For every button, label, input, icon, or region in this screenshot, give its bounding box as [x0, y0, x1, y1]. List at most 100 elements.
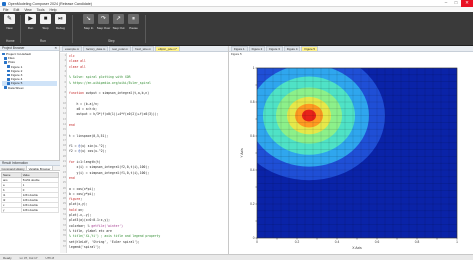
y-axis-label: Y Axis: [240, 148, 244, 158]
figure-tab[interactable]: Figure 4: [283, 46, 301, 51]
menu-help[interactable]: Help: [50, 8, 57, 12]
table-row[interactable]: y 1x51 double: [1, 207, 60, 213]
tree-item[interactable]: Data Sheet: [2, 86, 57, 90]
code-token: plot(x,y);: [69, 202, 88, 207]
code-token: output = h/3*(f(x0(1))+4*f(x0(2))+f(x0(3…: [69, 112, 159, 117]
code-line: function output = simpson_integral(t,a,b…: [69, 91, 149, 95]
code-line: figure;: [69, 197, 82, 201]
figure-tab[interactable]: Figure 2: [248, 46, 266, 51]
panel-close-icon[interactable]: ✕: [54, 46, 57, 50]
pause-icon: ⏸: [128, 14, 139, 24]
editor-tab[interactable]: example.m: [62, 46, 83, 51]
code-token: plot(-x,-y);: [69, 213, 92, 217]
editor-tab[interactable]: factory_data.m: [83, 46, 109, 51]
line-number: 7: [64, 85, 66, 89]
folder-icon: [7, 78, 10, 81]
line-number: 34: [62, 228, 66, 232]
project-browser-panel: Project Browser ✕ Project: fol-default Fi…: [0, 46, 60, 254]
run-button[interactable]: ▶ Run: [24, 14, 37, 34]
code-token: legend('spiral');: [69, 244, 101, 249]
stop-button[interactable]: ■ Stop: [39, 14, 52, 34]
code-line: colorbar; % getfile('winter'): [69, 224, 123, 228]
code-token: x0 = a:h:b;: [69, 107, 97, 111]
maximize-button[interactable]: □: [451, 0, 461, 7]
x-tick-label: 0.6: [375, 240, 380, 244]
ribbon-separator: [72, 15, 73, 43]
code-line: t = linspace(0,5,51);: [69, 134, 108, 138]
pause-button-label: Pause: [129, 26, 138, 30]
ribbon-group-home: Home: [6, 39, 15, 43]
step-over-button[interactable]: ↷ Step Over: [97, 14, 110, 34]
code-line: f2 = @(u) cos(u.^2);: [69, 149, 106, 153]
editor-tab[interactable]: test_polar.m: [109, 46, 132, 51]
line-number: 9: [64, 96, 66, 100]
line-number: 6: [64, 80, 66, 84]
folder-icon: [4, 57, 7, 60]
line-number: 35: [62, 234, 66, 238]
x-tick-label: 0.4: [335, 240, 340, 244]
step-out-button[interactable]: ↗ Step Out: [112, 14, 125, 34]
y-tick-label: 0.6: [250, 134, 255, 138]
close-button[interactable]: ✕: [461, 0, 473, 7]
contour-plot[interactable]: 0 0.2 0.4 0.6 0.8 1 0 0.2 0.4 0.6 0.8 1 X Axis Y Axis: [229, 56, 473, 254]
code-line: plot(x,y);: [69, 202, 88, 206]
line-number: 17: [62, 138, 66, 142]
code-line: legend('spiral');: [69, 245, 101, 249]
code-token: function: [69, 91, 84, 96]
variable-table: Name Value ans 51x51 double a 1 b 0 t1 1x51 dou…: [1, 172, 60, 213]
debug-button[interactable]: ⏯ Debug: [54, 14, 67, 34]
step-over-button-label: Step Over: [96, 26, 111, 30]
line-number: 32: [62, 218, 66, 222]
figure-tab[interactable]: Figure 3: [266, 46, 283, 51]
menu-view[interactable]: View: [24, 8, 31, 12]
ribbon-toolbar: ✎ New ▶ Run ■ Stop ⏯ Debug ↘ Step In ↷ S…: [0, 12, 473, 46]
code-area[interactable]: 1 clc 2 close all 3 clear all 4 5% Solve: spira…: [60, 53, 229, 253]
line-number: 19: [62, 149, 66, 153]
tab-variable-browser[interactable]: Variable Browser: [27, 166, 53, 171]
line-number: 37: [62, 244, 66, 248]
x-tick-label: 0.8: [415, 240, 420, 244]
menu-tools[interactable]: Tools: [37, 8, 45, 12]
file-encoding: UTF-8: [45, 255, 55, 260]
new-button[interactable]: ✎ New: [3, 14, 16, 34]
code-line: plot(-x,-y);: [69, 213, 91, 217]
code-line: y(i) = simpson_integral(f1,0,t(i),100);: [69, 171, 149, 175]
table-cell: y: [1, 207, 22, 213]
project-browser-title: Project Browser: [2, 46, 25, 50]
ribbon-group-run: Run: [40, 39, 46, 43]
code-line: % https://en.wikipedia.org/wiki/Euler_sp…: [69, 81, 151, 85]
code-line: plot3(a)(x=0:0.1:x,y);: [69, 218, 110, 222]
status-text: Ready: [3, 255, 12, 260]
project-tree: Project: fol-default Files Plots Figure 1 Fi…: [0, 51, 59, 91]
code-line: % title('Xi,Yi') ; axis title and legend…: [69, 234, 160, 238]
code-token: x(i) = simpson_integral(f2,0,t(i),100);: [69, 165, 150, 170]
code-token: set(hleLdf, 'String', 'Euler spiral');: [69, 239, 140, 244]
tree-item-label: Data Sheet: [8, 85, 24, 90]
code-token: close all: [69, 59, 86, 64]
run-button-label: Run: [27, 26, 34, 30]
figure-tab[interactable]: Figure 1: [231, 46, 248, 51]
result-information-title: Result Information: [2, 161, 28, 165]
x-tick-label: 0.2: [295, 240, 300, 244]
code-line: % title, ylabel etc are: [69, 229, 112, 233]
tab-command-history[interactable]: Command History: [0, 166, 28, 171]
editor-tab[interactable]: elliptic_pde.m*: [155, 46, 180, 51]
figure-tab[interactable]: Figure 5: [301, 46, 319, 51]
menu-edit[interactable]: Edit: [13, 8, 19, 12]
step-in-button[interactable]: ↘ Step In: [82, 14, 95, 34]
step-over-icon: ↷: [98, 14, 109, 24]
play-icon: ▶: [25, 14, 36, 24]
editor-tab[interactable]: fnscl_sine.m: [132, 46, 155, 51]
line-number: 25: [62, 181, 66, 185]
pause-button[interactable]: ⏸ Pause: [127, 14, 140, 34]
step-in-button-label: Step In: [83, 26, 94, 30]
folder-icon: [7, 73, 10, 77]
menu-file[interactable]: File: [3, 8, 8, 12]
y-tick-label: 0.8: [250, 100, 255, 104]
minimize-button[interactable]: –: [441, 0, 451, 7]
line-number: 36: [62, 239, 66, 243]
y-tick-label: 0: [253, 236, 255, 240]
code-token: colorbar; %: [69, 223, 90, 228]
ribbon-separator: [20, 15, 21, 43]
code-line: a = cos(x*pi);: [69, 187, 95, 191]
